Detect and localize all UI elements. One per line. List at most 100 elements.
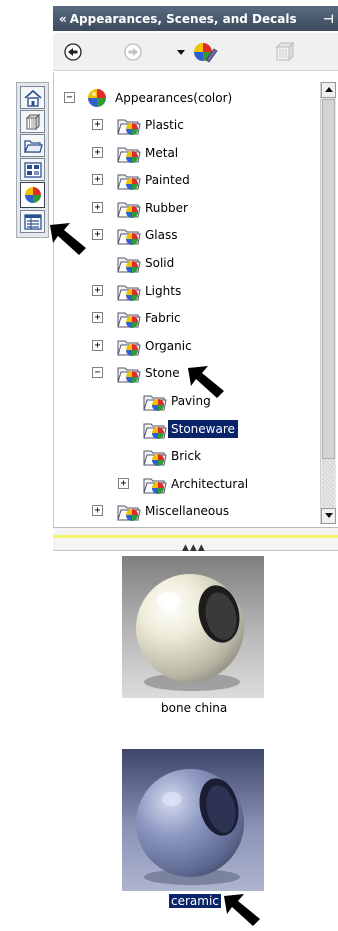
tree-collapse-toggle[interactable]: − [64, 92, 75, 103]
folder-icon [23, 139, 43, 153]
callout-arrow-icon [50, 223, 86, 255]
tree-expand-toggle[interactable]: + [92, 285, 103, 296]
folder-icon-wrap [116, 225, 141, 245]
tree-label: Stone [145, 366, 180, 380]
tree-label: Lights [145, 284, 182, 298]
preview-caption-ceramic[interactable]: ceramic [169, 894, 221, 908]
tree-expand-toggle[interactable]: + [92, 340, 103, 351]
properties-icon [23, 213, 42, 230]
ceramic-sphere-image [122, 749, 264, 891]
tab-home[interactable] [20, 86, 45, 109]
callout-arrow-icon [224, 894, 260, 926]
folder-icon-wrap [142, 446, 167, 466]
pane-splitter[interactable]: ▲▲▲ [53, 527, 338, 553]
tree-label: Metal [145, 146, 179, 160]
dropdown-button[interactable] [175, 41, 187, 63]
tree-row-root[interactable]: − Appearances(color) [54, 86, 319, 110]
forward-icon [124, 43, 142, 61]
3d-content-icon [25, 113, 40, 130]
tab-3d-content[interactable] [20, 110, 45, 133]
folder-icon-wrap [116, 170, 141, 190]
scrollbar-thumb[interactable] [322, 99, 335, 459]
folder-icon-wrap [142, 474, 167, 494]
collapse-chevron-icon[interactable]: « [59, 12, 67, 26]
tree-row[interactable]: + Lights [54, 279, 319, 303]
appearances-icon [24, 187, 41, 203]
tree-row[interactable]: + Glass [54, 223, 319, 247]
folder-icon-wrap [116, 281, 141, 301]
tree-expand-toggle[interactable]: − [92, 367, 103, 378]
folder-icon-wrap [116, 501, 141, 521]
tree-expand-toggle[interactable]: + [92, 505, 103, 516]
tree-label: Plastic [145, 118, 184, 132]
back-button[interactable] [61, 41, 85, 63]
tree-row[interactable]: + Architectural [54, 472, 319, 496]
forward-button[interactable] [121, 41, 145, 63]
tree-expand-toggle[interactable]: + [92, 147, 103, 158]
folder-icon-wrap [116, 308, 141, 328]
tree-row[interactable]: + Painted [54, 168, 319, 192]
appearance-folder-icon [117, 285, 141, 301]
add-content-button[interactable] [271, 41, 295, 63]
tab-view-palette[interactable] [20, 158, 45, 181]
tree-label: Stoneware [168, 420, 238, 438]
tab-custom-properties[interactable] [20, 210, 45, 233]
tree-label: Glass [145, 228, 178, 242]
folder-icon-wrap [116, 143, 141, 163]
preview-thumbnail-ceramic[interactable] [122, 749, 264, 891]
appearance-folder-icon [117, 119, 141, 135]
back-icon [64, 43, 82, 61]
task-pane-tabs [16, 82, 49, 238]
tree-label: Solid [145, 256, 175, 270]
tree-row[interactable]: Solid [54, 251, 319, 275]
appearance-folder-icon [143, 478, 167, 494]
home-icon [23, 89, 42, 107]
tree-row[interactable]: + Fabric [54, 306, 319, 330]
appearance-folder-icon [117, 257, 141, 273]
task-pane: « Appearances, Scenes, and Decals ⊣ − Ap… [0, 0, 338, 931]
appearance-folder-icon [117, 147, 141, 163]
scrollbar-track[interactable] [322, 459, 335, 507]
preview-thumbnail-bone-china[interactable] [122, 556, 264, 698]
pin-icon[interactable]: ⊣ [323, 12, 334, 26]
tree-expand-toggle[interactable]: + [92, 229, 103, 240]
tree-scrollbar[interactable] [320, 82, 336, 524]
tree-row[interactable]: + Miscellaneous [54, 499, 319, 523]
toolbar [53, 33, 338, 71]
tree-row[interactable]: + Rubber [54, 196, 319, 220]
tree-label-root: Appearances(color) [115, 91, 233, 105]
tree-expand-toggle[interactable]: + [92, 202, 103, 213]
splitter-highlight [53, 535, 338, 538]
tree-expand-toggle[interactable]: + [118, 478, 129, 489]
tree-row[interactable]: + Organic [54, 334, 319, 358]
appearance-folder-icon [117, 174, 141, 190]
tree-label: Rubber [145, 201, 188, 215]
appearance-tree: − Appearances(color) + Plastic + Metal +… [53, 72, 338, 527]
tree-row[interactable]: Brick [54, 444, 319, 468]
tree-label: Brick [171, 449, 202, 463]
tree-row[interactable]: + Plastic [54, 113, 319, 137]
folder-icon-wrap [116, 198, 141, 218]
tree-expand-toggle[interactable]: + [92, 312, 103, 323]
appearance-folder-icon [143, 423, 167, 439]
tab-file-explorer[interactable] [20, 134, 45, 157]
appearance-folder-icon [117, 505, 141, 521]
folder-icon-wrap [142, 419, 167, 439]
scroll-up-button[interactable] [321, 82, 336, 98]
tree-expand-toggle[interactable]: + [92, 119, 103, 130]
tree-label: Organic [145, 339, 192, 353]
tree-label: Painted [145, 173, 190, 187]
appearance-folder-icon [143, 395, 167, 411]
appearance-folder-icon [117, 312, 141, 328]
tree-row[interactable]: + Metal [54, 141, 319, 165]
tab-appearances[interactable] [20, 182, 45, 208]
bone-china-sphere-image [122, 556, 264, 698]
scroll-down-button[interactable] [321, 508, 336, 524]
appearance-folder-icon [117, 340, 141, 356]
folder-icon-wrap [142, 391, 167, 411]
appearances-icon [88, 89, 106, 107]
copy-icon [275, 41, 294, 62]
tree-expand-toggle[interactable]: + [92, 174, 103, 185]
tree-row[interactable]: Stoneware [54, 417, 319, 441]
edit-appearance-button[interactable] [191, 41, 219, 63]
